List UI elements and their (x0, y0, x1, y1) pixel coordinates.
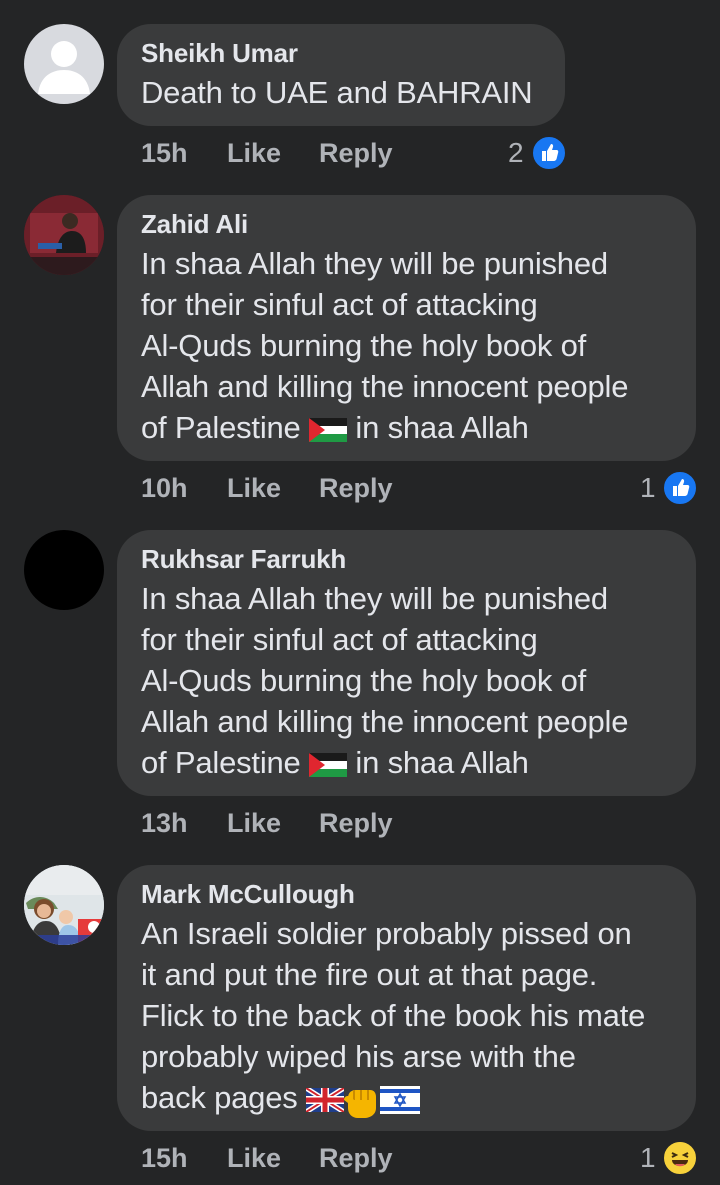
profile-photo-icon (24, 195, 104, 275)
comment-author[interactable]: Sheikh Umar (141, 36, 541, 70)
comment-text-line: it and put the fire out at that page. (141, 957, 598, 992)
like-button[interactable]: Like (227, 468, 281, 508)
avatar[interactable] (24, 865, 104, 945)
like-icon (531, 135, 567, 171)
like-icon (662, 470, 698, 506)
comment-text-segment: in shaa Allah (347, 745, 529, 780)
reaction-count[interactable]: 1 (640, 468, 656, 508)
comment-text-line: for their sinful act of attacking (141, 622, 538, 657)
reply-button[interactable]: Reply (319, 1138, 393, 1178)
comment-author[interactable]: Zahid Ali (141, 207, 672, 241)
raised-fist-icon (343, 1089, 376, 1118)
comment-text: Death to UAE and BAHRAIN (141, 75, 533, 110)
comment-text-line: Al-Quds burning the holy book of (141, 328, 587, 363)
comment-text-segment: of Palestine (141, 745, 310, 780)
default-avatar-icon (38, 41, 90, 94)
reply-button[interactable]: Reply (319, 803, 393, 843)
comment-bubble: Mark McCullough An Israeli soldier proba… (117, 865, 696, 1131)
palestine-flag-icon (309, 752, 348, 777)
comment-text-line: Al-Quds burning the holy book of (141, 663, 587, 698)
avatar[interactable] (24, 195, 104, 275)
reaction-count[interactable]: 1 (640, 1138, 656, 1178)
palestine-flag-icon (309, 417, 348, 442)
comment-text-line: In shaa Allah they will be punished (141, 581, 608, 616)
comment-text-segment: back pages (141, 1080, 306, 1115)
profile-photo-icon (24, 865, 104, 945)
avatar[interactable] (24, 24, 104, 104)
comment-text-line: probably wiped his arse with the (141, 1039, 576, 1074)
comment-text-line: for their sinful act of attacking (141, 287, 538, 322)
comment-timestamp[interactable]: 15h (141, 133, 188, 173)
comment-author[interactable]: Rukhsar Farrukh (141, 542, 672, 576)
comment-text-line: An Israeli soldier probably pissed on (141, 916, 632, 951)
uk-flag-icon (305, 1087, 344, 1112)
reaction-count[interactable]: 2 (508, 133, 524, 173)
comment-text-line: Allah and killing the innocent people (141, 369, 629, 404)
comment-text-segment: of Palestine (141, 410, 310, 445)
avatar[interactable] (24, 530, 104, 610)
like-button[interactable]: Like (227, 803, 281, 843)
comment-timestamp[interactable]: 13h (141, 803, 188, 843)
comment-text-line: of Palestine in shaa Allah (141, 742, 672, 783)
reply-button[interactable]: Reply (319, 468, 393, 508)
comment-text-segment: in shaa Allah (347, 410, 529, 445)
comment-timestamp[interactable]: 15h (141, 1138, 188, 1178)
comment-text-line: back pages (141, 1077, 672, 1120)
comment-bubble: Rukhsar Farrukh In shaa Allah they will … (117, 530, 696, 796)
comment-bubble: Zahid Ali In shaa Allah they will be pun… (117, 195, 696, 461)
comment-text-line: Flick to the back of the book his mate (141, 998, 646, 1033)
like-button[interactable]: Like (227, 1138, 281, 1178)
haha-icon (662, 1140, 698, 1176)
comment-bubble: Sheikh Umar Death to UAE and BAHRAIN (117, 24, 565, 126)
israel-flag-icon (379, 1085, 420, 1114)
comment-text-line: In shaa Allah they will be punished (141, 246, 608, 281)
comment-author[interactable]: Mark McCullough (141, 877, 672, 911)
reply-button[interactable]: Reply (319, 133, 393, 173)
comment-text-line: of Palestine in shaa Allah (141, 407, 672, 448)
comment-timestamp[interactable]: 10h (141, 468, 188, 508)
comment-text-line: Allah and killing the innocent people (141, 704, 629, 739)
like-button[interactable]: Like (227, 133, 281, 173)
